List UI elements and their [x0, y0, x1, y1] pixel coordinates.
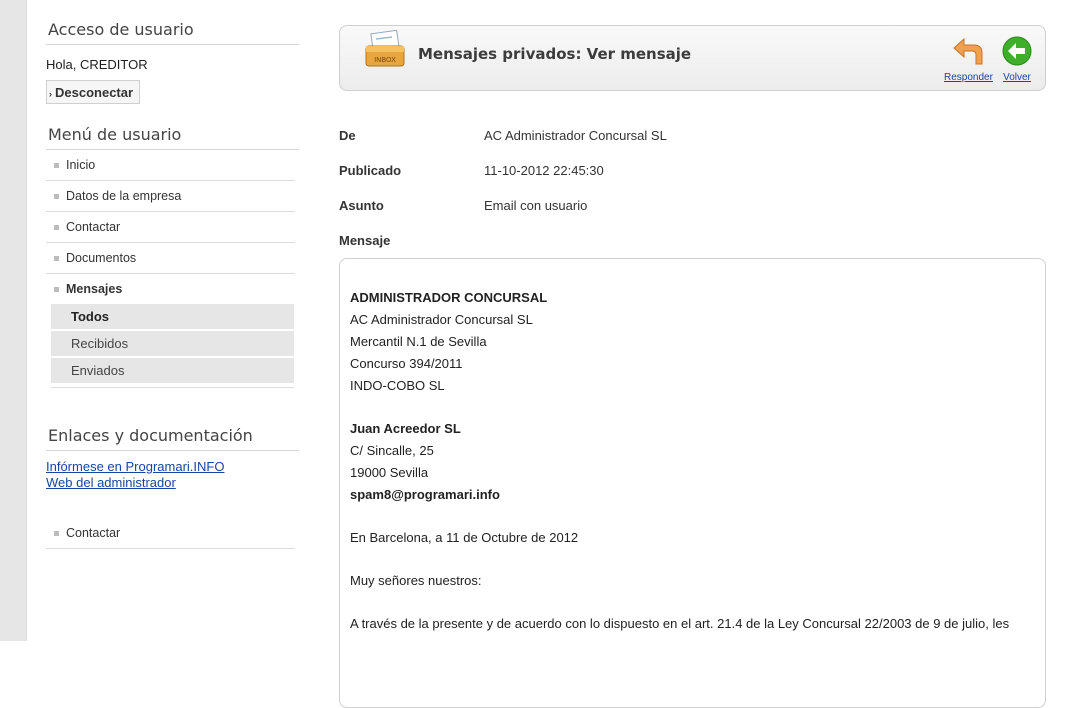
reply-arrow-icon — [953, 37, 983, 65]
from-label: De — [339, 128, 356, 143]
menu-item-label: Contactar — [66, 220, 121, 234]
sender-line: AC Administrador Concursal SL — [350, 312, 533, 327]
published-label: Publicado — [339, 163, 402, 178]
body-text: A través de la presente y de acuerdo con… — [350, 616, 1010, 631]
bottom-menu: Contactar — [46, 518, 295, 549]
main-content: INBOX Mensajes privados: Ver mensaje Res… — [339, 25, 1046, 708]
back-label: Volver — [1003, 72, 1031, 83]
sender-line: INDO-COBO SL — [350, 378, 445, 393]
salutation: Muy señores nuestros: — [350, 573, 482, 588]
menu-item-label: Mensajes — [66, 282, 123, 296]
bullet-icon — [54, 194, 59, 199]
menu-item-inicio[interactable]: Inicio — [46, 150, 295, 181]
field-subject: Asunto Email con usuario — [339, 198, 1046, 233]
links-list: Infórmese en Programari.INFO Web del adm… — [46, 459, 299, 491]
sender-heading: ADMINISTRADOR CONCURSAL — [350, 290, 548, 305]
disconnect-label: Desconectar — [55, 85, 134, 100]
chevron-right-icon: › — [49, 89, 52, 99]
date-line: En Barcelona, a 11 de Octubre de 2012 — [350, 530, 579, 545]
menu-item-label: Contactar — [66, 526, 121, 540]
message-label: Mensaje — [339, 233, 391, 248]
published-value: 11-10-2012 22:45:30 — [484, 163, 604, 178]
access-title: Acceso de usuario — [46, 20, 299, 45]
menu-item-documentos[interactable]: Documentos — [46, 243, 295, 274]
bullet-icon — [54, 256, 59, 261]
back-button[interactable]: Volver — [1000, 36, 1034, 83]
recipient-line: C/ Sincalle, 25 — [350, 443, 434, 458]
message-fields: De AC Administrador Concursal SL Publica… — [339, 128, 1046, 248]
left-rail — [0, 0, 27, 641]
subject-value: Email con usuario — [484, 198, 588, 213]
submenu-item-todos[interactable]: Todos — [51, 304, 294, 329]
menu-item-contactar[interactable]: Contactar — [46, 212, 295, 243]
disconnect-button[interactable]: › Desconectar — [46, 80, 141, 104]
submenu-item-recibidos[interactable]: Recibidos — [51, 331, 294, 356]
link-programari-info[interactable]: Infórmese en Programari.INFO — [46, 459, 299, 475]
bullet-icon — [54, 531, 59, 536]
link-web-administrador[interactable]: Web del administrador — [46, 475, 299, 491]
sender-line: Concurso 394/2011 — [350, 356, 463, 371]
page-title: Mensajes privados: Ver mensaje — [418, 45, 692, 63]
reply-button[interactable]: Responder — [944, 36, 993, 83]
sender-line: Mercantil N.1 de Sevilla — [350, 334, 487, 349]
inbox-icon: INBOX — [364, 29, 408, 74]
menu-item-label: Inicio — [66, 158, 96, 172]
field-from: De AC Administrador Concursal SL — [339, 128, 1046, 163]
page-header: INBOX Mensajes privados: Ver mensaje Res… — [339, 25, 1046, 91]
menu-title: Menú de usuario — [46, 125, 299, 150]
bullet-icon — [54, 225, 59, 230]
back-arrow-icon — [1002, 36, 1032, 66]
user-menu: Inicio Datos de la empresa Contactar Doc… — [46, 150, 295, 304]
field-published: Publicado 11-10-2012 22:45:30 — [339, 163, 1046, 198]
menu-item-datos-empresa[interactable]: Datos de la empresa — [46, 181, 295, 212]
reply-label: Responder — [944, 72, 993, 83]
menu-item-label: Documentos — [66, 251, 137, 265]
recipient-heading: Juan Acreedor SL — [350, 421, 461, 436]
recipient-email: spam8@programari.info — [350, 487, 500, 502]
menu-item-mensajes[interactable]: Mensajes — [46, 274, 295, 304]
bullet-icon — [54, 287, 59, 292]
menu-item-contactar-bottom[interactable]: Contactar — [46, 518, 295, 549]
submenu-item-enviados[interactable]: Enviados — [51, 358, 294, 383]
messages-submenu: Todos Recibidos Enviados — [51, 304, 294, 388]
bullet-icon — [54, 163, 59, 168]
menu-item-label: Datos de la empresa — [66, 189, 182, 203]
sidebar: Acceso de usuario Hola, CREDITOR › Descon… — [46, 0, 299, 549]
recipient-line: 19000 Sevilla — [350, 465, 429, 480]
greeting: Hola, CREDITOR — [46, 57, 148, 72]
inbox-icon-text: INBOX — [374, 56, 396, 64]
links-title: Enlaces y documentación — [46, 426, 299, 451]
from-value: AC Administrador Concursal SL — [484, 128, 667, 143]
subject-label: Asunto — [339, 198, 384, 213]
